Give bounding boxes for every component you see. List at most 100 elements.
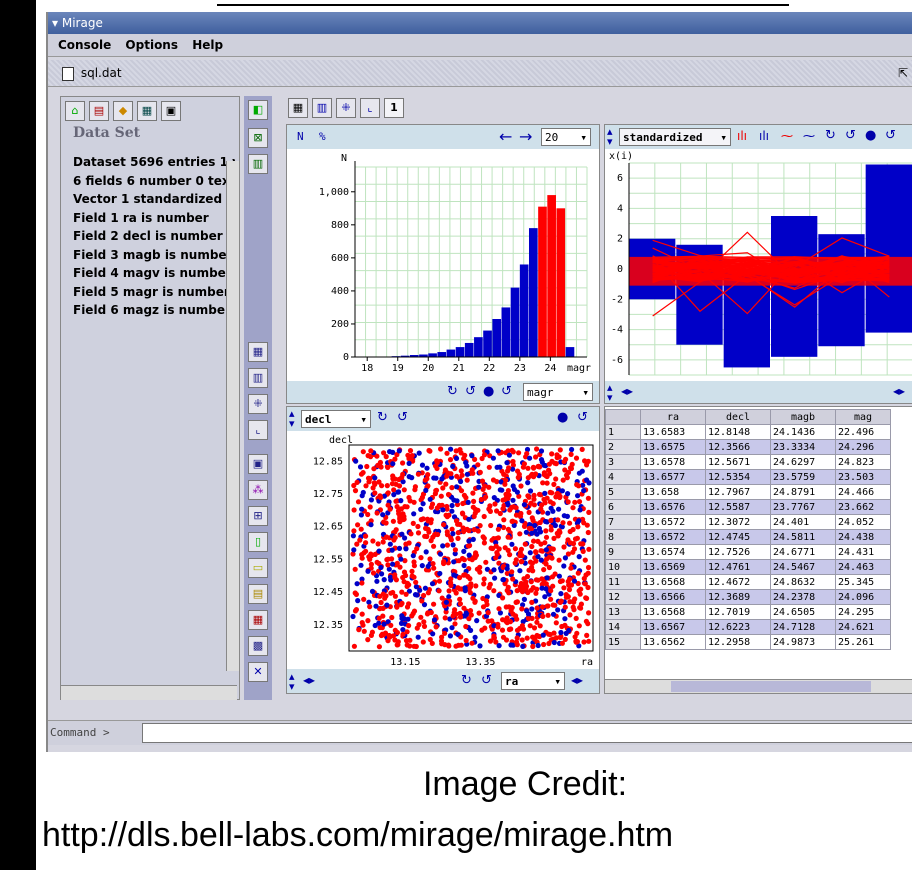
rotate-right-icon[interactable]: ↺: [481, 673, 492, 688]
column-header[interactable]: magb: [770, 409, 836, 425]
clear-icon[interactable]: ↺: [885, 128, 896, 143]
clear-icon[interactable]: ↺: [501, 384, 512, 399]
vertical-scrollbar[interactable]: [226, 161, 239, 671]
column-header[interactable]: [605, 409, 641, 425]
mosaic-icon[interactable]: ▦: [248, 610, 268, 630]
column-header[interactable]: mag: [835, 409, 891, 425]
fill-icon[interactable]: ●: [557, 410, 568, 425]
table-horizontal-scrollbar[interactable]: [605, 679, 912, 693]
rotate-right-icon[interactable]: ↺: [845, 128, 856, 143]
menu-console[interactable]: Console: [58, 38, 111, 52]
tree-icon[interactable]: ⊞: [248, 506, 268, 526]
table-row[interactable]: 7 13.6572 12.3072 24.401 24.052: [605, 514, 891, 530]
histogram-variable-select[interactable]: magr ▾: [523, 383, 593, 401]
table-row[interactable]: 3 13.6578 12.5671 24.6297 24.823: [605, 454, 891, 470]
horizontal-scrollbar[interactable]: [61, 685, 237, 700]
window-menu-icon[interactable]: ▾: [52, 16, 58, 30]
scroll-left-right-icon[interactable]: ◂▸: [303, 673, 315, 687]
table-row[interactable]: 11 13.6568 12.4672 24.8632 25.345: [605, 574, 891, 590]
grid-icon[interactable]: ▦: [137, 101, 157, 121]
menu-options[interactable]: Options: [125, 38, 178, 52]
clear-icon[interactable]: ↺: [577, 410, 588, 425]
scatter-icon[interactable]: ⁜: [248, 394, 268, 414]
table-row[interactable]: 8 13.6572 12.4745 24.5811 24.438: [605, 529, 891, 545]
cluster-icon[interactable]: ⁂: [248, 480, 268, 500]
count-mode-button[interactable]: N: [297, 130, 304, 143]
diamond-icon[interactable]: ◆: [113, 101, 133, 121]
bins-select[interactable]: 20 ▾: [541, 128, 591, 146]
table-row[interactable]: 6 13.6576 12.5587 23.7767 23.662: [605, 499, 891, 515]
spinner-icon[interactable]: ▴ ▾: [607, 382, 613, 403]
rotate-left-icon[interactable]: ↻: [377, 410, 388, 425]
arrow-left-icon[interactable]: ←: [499, 127, 512, 146]
restore-icon[interactable]: ⇱: [898, 60, 908, 86]
page-icon[interactable]: ▣: [161, 101, 181, 121]
scatter-chart[interactable]: decl 12.85 12.75 12.65 12.55 12.45 12.35 13.15 1…: [287, 431, 599, 669]
tab-scatter-icon[interactable]: ⁜: [336, 98, 356, 118]
rotate-left-icon[interactable]: ↻: [825, 128, 836, 143]
tab-histogram-icon[interactable]: ▥: [312, 98, 332, 118]
table-row[interactable]: 10 13.6569 12.4761 24.5467 24.463: [605, 559, 891, 575]
table-view-icon[interactable]: ▦: [248, 342, 268, 362]
scatter-point: [526, 494, 532, 500]
tab-number[interactable]: 1: [384, 98, 404, 118]
command-input[interactable]: [142, 723, 912, 743]
columns-icon[interactable]: ▯: [248, 532, 268, 552]
document-tab[interactable]: sql.dat: [81, 66, 122, 80]
column-header[interactable]: decl: [705, 409, 771, 425]
layout-icon[interactable]: ▤: [248, 584, 268, 604]
table-row[interactable]: 5 13.658 12.7967 24.8791 24.466: [605, 484, 891, 500]
rotate-left-icon[interactable]: ↻: [461, 673, 472, 688]
percent-mode-button[interactable]: %: [319, 130, 326, 143]
table-icon[interactable]: ▤: [89, 101, 109, 121]
tile-icon[interactable]: ▥: [248, 154, 268, 174]
table-row[interactable]: 9 13.6574 12.7526 24.6771 24.431: [605, 544, 891, 560]
scroll-left-right-icon[interactable]: ◂▸: [571, 673, 583, 687]
trend-blue-icon[interactable]: ⁓: [803, 129, 815, 143]
scroll-left-right-icon[interactable]: ◂▸: [621, 384, 633, 398]
rotate-right-icon[interactable]: ↺: [465, 384, 476, 399]
scroll-thumb[interactable]: [671, 681, 871, 692]
y-variable-select[interactable]: decl ▾: [301, 410, 371, 428]
spinner-icon[interactable]: ▴ ▾: [289, 408, 295, 429]
lines-icon[interactable]: ılı: [737, 129, 747, 143]
vector-select[interactable]: standardized ▾: [619, 128, 731, 146]
trend-icon[interactable]: ⁓: [781, 129, 793, 143]
delete-icon[interactable]: ✕: [248, 662, 268, 682]
rotate-left-icon[interactable]: ↻: [447, 384, 458, 399]
histogram-chart[interactable]: N 0 200 400 600 800 1,000 18 19 20 21 22 23 24 magr: [287, 149, 599, 381]
parallel-chart[interactable]: x(i) 6 4 2 0 -2 -4 -6: [605, 149, 912, 381]
histogram-icon[interactable]: ▥: [248, 368, 268, 388]
matrix-icon[interactable]: ▩: [248, 636, 268, 656]
tab-table-icon[interactable]: ▦: [288, 98, 308, 118]
new-view-icon[interactable]: ◧: [248, 100, 268, 120]
table-row[interactable]: 14 13.6567 12.6223 24.7128 24.621: [605, 619, 891, 635]
arrow-right-icon[interactable]: →: [519, 127, 532, 146]
menu-help[interactable]: Help: [192, 38, 223, 52]
image-icon[interactable]: ▣: [248, 454, 268, 474]
rows-icon[interactable]: ▭: [248, 558, 268, 578]
rotate-right-icon[interactable]: ↺: [397, 410, 408, 425]
spinner-icon[interactable]: ▴ ▾: [289, 671, 295, 692]
scroll-left-right-icon[interactable]: ◂▸: [893, 384, 905, 398]
table-row[interactable]: 13 13.6568 12.7019 24.6505 24.295: [605, 604, 891, 620]
scatter-point: [418, 555, 424, 561]
table-row[interactable]: 1 13.6583 12.8148 24.1436 22.496: [605, 424, 891, 440]
data-table[interactable]: ra decl magb mag 1 13.6583 12.8148 24.1436 22.4…: [605, 409, 891, 650]
table-row[interactable]: 15 13.6562 12.2958 24.9873 25.261: [605, 634, 891, 650]
tab-axis-icon[interactable]: ⌞: [360, 98, 380, 118]
table-row[interactable]: 2 13.6575 12.3566 23.3334 24.296: [605, 439, 891, 455]
column-header[interactable]: ra: [640, 409, 706, 425]
close-view-icon[interactable]: ⊠: [248, 128, 268, 148]
scatter-point: [457, 601, 463, 607]
spinner-icon[interactable]: ▴ ▾: [607, 126, 613, 147]
fill-icon[interactable]: ●: [865, 128, 876, 143]
scatter-point: [355, 522, 361, 528]
bars-icon[interactable]: ılı: [759, 129, 769, 143]
table-row[interactable]: 4 13.6577 12.5354 23.5759 23.503: [605, 469, 891, 485]
home-icon[interactable]: ⌂: [65, 101, 85, 121]
axis-icon[interactable]: ⌞: [248, 420, 268, 440]
x-variable-select[interactable]: ra ▾: [501, 672, 565, 690]
table-row[interactable]: 12 13.6566 12.3689 24.2378 24.096: [605, 589, 891, 605]
fill-icon[interactable]: ●: [483, 384, 494, 399]
